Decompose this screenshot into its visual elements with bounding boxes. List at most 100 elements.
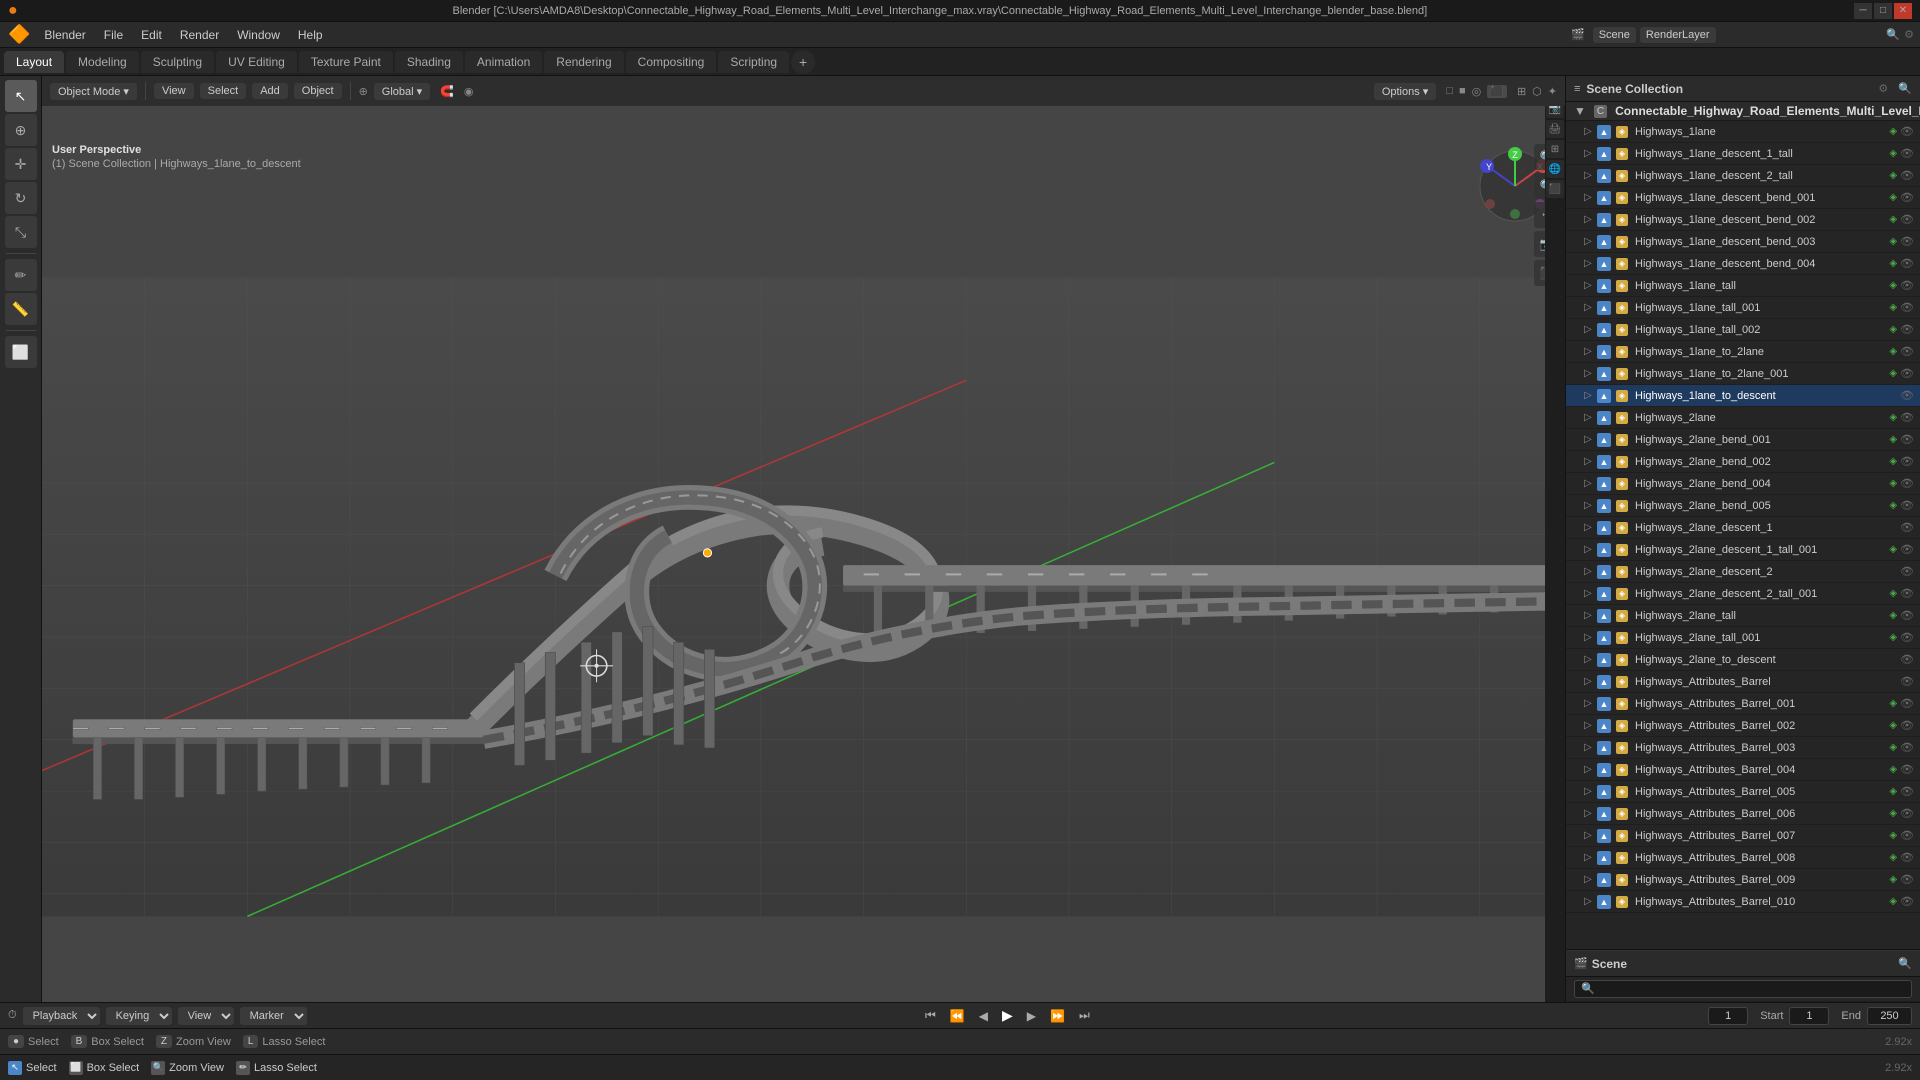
visibility-icon[interactable]: 👁 (1900, 851, 1914, 864)
visibility-icon[interactable]: 👁 (1900, 477, 1914, 490)
outliner-item-11[interactable]: ▷ ▲ ◈ Highways_1lane_to_2lane_001 ◈ 👁 (1566, 363, 1920, 385)
visibility-icon[interactable]: 👁 (1900, 213, 1914, 226)
menu-blender[interactable]: Blender (36, 26, 93, 44)
outliner-item-33[interactable]: ▷ ▲ ◈ Highways_Attributes_Barrel_008 ◈ 👁 (1566, 847, 1920, 869)
select-menu-button[interactable]: Select (200, 83, 247, 99)
visibility-icon[interactable]: 👁 (1900, 455, 1914, 468)
tab-uv-editing[interactable]: UV Editing (216, 51, 297, 73)
visibility-icon[interactable]: 👁 (1900, 719, 1914, 732)
outliner-item-35[interactable]: ▷ ▲ ◈ Highways_Attributes_Barrel_010 ◈ 👁 (1566, 891, 1920, 913)
output-props-icon-button[interactable]: 🖨 (1546, 120, 1564, 138)
play-button[interactable]: ▶ (998, 1005, 1017, 1026)
visibility-icon[interactable]: 👁 (1900, 279, 1914, 292)
viewport-shading-rendered-icon[interactable]: ⬛ (1487, 85, 1507, 98)
scale-tool-button[interactable]: ⤡ (5, 216, 37, 248)
search-icon[interactable]: 🔍 (1886, 28, 1900, 41)
outliner-item-16[interactable]: ▷ ▲ ◈ Highways_2lane_bend_004 ◈ 👁 (1566, 473, 1920, 495)
visibility-icon[interactable]: 👁 (1900, 169, 1914, 182)
select-tool-button[interactable]: ↖ (5, 80, 37, 112)
outliner-item-26[interactable]: ▷ ▲ ◈ Highways_Attributes_Barrel_001 ◈ 👁 (1566, 693, 1920, 715)
outliner-item-23[interactable]: ▷ ▲ ◈ Highways_2lane_tall_001 ◈ 👁 (1566, 627, 1920, 649)
view-layer-props-icon-button[interactable]: ⊞ (1546, 140, 1564, 158)
visibility-icon[interactable]: 👁 (1900, 785, 1914, 798)
viewport-shading-material-icon[interactable]: ◎ (1472, 85, 1482, 98)
outliner-item-15[interactable]: ▷ ▲ ◈ Highways_2lane_bend_002 ◈ 👁 (1566, 451, 1920, 473)
visibility-icon[interactable]: 👁 (1900, 367, 1914, 380)
outliner-item-12[interactable]: ▷ ▲ ◈ Highways_1lane_to_descent 👁 (1566, 385, 1920, 407)
next-frame-button[interactable]: ▶ (1023, 1007, 1040, 1025)
visibility-icon[interactable]: 👁 (1900, 257, 1914, 270)
menu-help[interactable]: Help (290, 26, 331, 44)
viewport-canvas[interactable]: User Perspective (1) Scene Collection | … (42, 106, 1565, 1028)
outliner-item-0[interactable]: ▷ ▲ ◈ Highways_1lane ◈ 👁 (1566, 121, 1920, 143)
visibility-icon[interactable]: 👁 (1900, 895, 1914, 908)
cursor-tool-button[interactable]: ⊕ (5, 114, 37, 146)
options-button[interactable]: Options ▾ (1374, 83, 1437, 100)
outliner-item-4[interactable]: ▷ ▲ ◈ Highways_1lane_descent_bend_002 ◈ … (1566, 209, 1920, 231)
tab-scripting[interactable]: Scripting (718, 51, 789, 73)
object-menu-button[interactable]: Object (294, 83, 342, 99)
minimize-button[interactable]: ─ (1854, 3, 1872, 19)
visibility-icon[interactable]: 👁 (1900, 411, 1914, 424)
outliner-search-icon[interactable]: 🔍 (1898, 82, 1912, 95)
outliner-filter-icon[interactable]: ⚙ (1878, 82, 1888, 95)
tab-rendering[interactable]: Rendering (544, 51, 623, 73)
jump-end-button[interactable]: ⏭ (1075, 1006, 1094, 1025)
visibility-icon[interactable]: 👁 (1900, 543, 1914, 556)
overlay-toggle-icon[interactable]: ⊞ (1517, 85, 1526, 98)
snap-icon[interactable]: 🧲 (440, 85, 454, 98)
outliner-item-29[interactable]: ▷ ▲ ◈ Highways_Attributes_Barrel_004 ◈ 👁 (1566, 759, 1920, 781)
outliner-item-17[interactable]: ▷ ▲ ◈ Highways_2lane_bend_005 ◈ 👁 (1566, 495, 1920, 517)
tab-animation[interactable]: Animation (465, 51, 542, 73)
outliner-item-10[interactable]: ▷ ▲ ◈ Highways_1lane_to_2lane ◈ 👁 (1566, 341, 1920, 363)
expand-all-icon[interactable]: ▼ (1574, 104, 1586, 118)
visibility-icon[interactable]: 👁 (1900, 521, 1914, 534)
visibility-icon[interactable]: 👁 (1900, 191, 1914, 204)
visibility-icon[interactable]: 👁 (1900, 389, 1914, 402)
outliner-item-13[interactable]: ▷ ▲ ◈ Highways_2lane ◈ 👁 (1566, 407, 1920, 429)
tab-shading[interactable]: Shading (395, 51, 463, 73)
visibility-icon[interactable]: 👁 (1900, 609, 1914, 622)
outliner-item-2[interactable]: ▷ ▲ ◈ Highways_1lane_descent_2_tall ◈ 👁 (1566, 165, 1920, 187)
xray-toggle-icon[interactable]: ⬡ (1532, 85, 1542, 98)
visibility-icon[interactable]: 👁 (1900, 829, 1914, 842)
menu-window[interactable]: Window (229, 26, 288, 44)
outliner-item-34[interactable]: ▷ ▲ ◈ Highways_Attributes_Barrel_009 ◈ 👁 (1566, 869, 1920, 891)
add-menu-button[interactable]: Add (252, 83, 288, 99)
world-props-icon-button[interactable]: 🌐 (1546, 160, 1564, 178)
visibility-icon[interactable]: 👁 (1900, 433, 1914, 446)
visibility-icon[interactable]: 👁 (1900, 741, 1914, 754)
tab-layout[interactable]: Layout (4, 51, 64, 73)
menu-file[interactable]: File (96, 26, 131, 44)
current-frame-input[interactable] (1708, 1007, 1748, 1025)
visibility-icon[interactable]: 👁 (1900, 499, 1914, 512)
outliner-item-3[interactable]: ▷ ▲ ◈ Highways_1lane_descent_bend_001 ◈ … (1566, 187, 1920, 209)
visibility-icon[interactable]: 👁 (1900, 323, 1914, 336)
tab-modeling[interactable]: Modeling (66, 51, 139, 73)
outliner-item-18[interactable]: ▷ ▲ ◈ Highways_2lane_descent_1 👁 (1566, 517, 1920, 539)
outliner-item-19[interactable]: ▷ ▲ ◈ Highways_2lane_descent_1_tall_001 … (1566, 539, 1920, 561)
add-cube-button[interactable]: ⬜ (5, 336, 37, 368)
end-frame-input[interactable] (1867, 1007, 1912, 1025)
visibility-icon[interactable]: 👁 (1900, 147, 1914, 160)
visibility-icon[interactable]: 👁 (1900, 697, 1914, 710)
outliner-item-20[interactable]: ▷ ▲ ◈ Highways_2lane_descent_2 👁 (1566, 561, 1920, 583)
scene-selector[interactable]: Scene (1593, 27, 1636, 43)
tab-sculpting[interactable]: Sculpting (141, 51, 214, 73)
scene-search-input[interactable] (1574, 980, 1912, 998)
tab-compositing[interactable]: Compositing (626, 51, 717, 73)
annotate-tool-button[interactable]: ✏ (5, 259, 37, 291)
outliner-item-21[interactable]: ▷ ▲ ◈ Highways_2lane_descent_2_tall_001 … (1566, 583, 1920, 605)
outliner-item-7[interactable]: ▷ ▲ ◈ Highways_1lane_tall ◈ 👁 (1566, 275, 1920, 297)
visibility-icon[interactable]: 👁 (1900, 587, 1914, 600)
outliner-item-32[interactable]: ▷ ▲ ◈ Highways_Attributes_Barrel_007 ◈ 👁 (1566, 825, 1920, 847)
visibility-icon[interactable]: 👁 (1900, 675, 1914, 688)
viewport-shading-wire-icon[interactable]: □ (1446, 85, 1453, 97)
visibility-icon[interactable]: 👁 (1900, 631, 1914, 644)
keying-dropdown[interactable]: Keying (106, 1007, 172, 1025)
outliner-item-1[interactable]: ▷ ▲ ◈ Highways_1lane_descent_1_tall ◈ 👁 (1566, 143, 1920, 165)
object-mode-dropdown[interactable]: Object Mode ▾ (50, 83, 137, 100)
jump-start-button[interactable]: ⏮ (921, 1006, 940, 1025)
outliner-item-30[interactable]: ▷ ▲ ◈ Highways_Attributes_Barrel_005 ◈ 👁 (1566, 781, 1920, 803)
visibility-icon[interactable]: 👁 (1900, 565, 1914, 578)
